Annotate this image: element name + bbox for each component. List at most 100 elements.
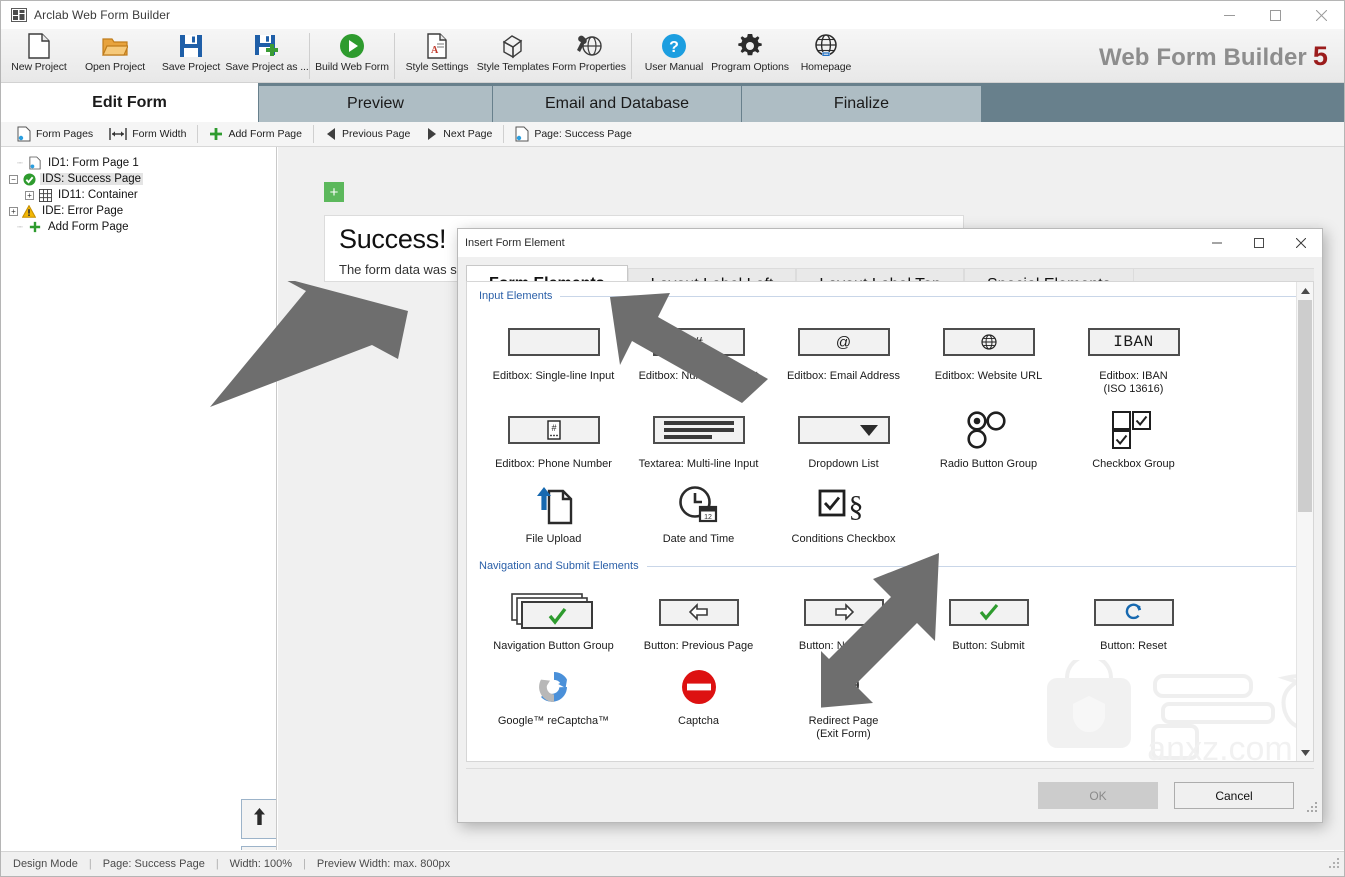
command-label: Page: Success Page	[534, 128, 632, 140]
status-separator: |	[303, 858, 306, 870]
tab-edit-form[interactable]: Edit Form	[1, 83, 259, 122]
warning-icon	[21, 204, 37, 218]
element-label: Button: Next Page	[798, 640, 889, 652]
insert-element-above-button[interactable]: +	[324, 182, 344, 202]
dialog-minimize-icon[interactable]	[1196, 229, 1238, 257]
minimize-icon[interactable]	[1206, 1, 1252, 29]
dialog-maximize-icon[interactable]	[1238, 229, 1280, 257]
style-settings-button[interactable]: A Style Settings	[399, 29, 475, 81]
element-checkbox-group[interactable]: Checkbox Group	[1061, 396, 1206, 471]
move-down-button[interactable]	[241, 846, 276, 850]
dropdown-icon	[797, 406, 890, 454]
tree-guide: ┈	[17, 157, 23, 168]
page-icon	[515, 126, 529, 142]
save-project-as-button[interactable]: Save Project as ...	[225, 29, 309, 81]
reset-button-icon	[1093, 588, 1174, 636]
move-up-button[interactable]	[241, 799, 276, 839]
style-document-icon: A	[426, 32, 448, 60]
element-iban[interactable]: IBAN Editbox: IBAN (ISO 13616)	[1061, 308, 1206, 396]
app-icon	[11, 8, 27, 22]
style-templates-button[interactable]: Style Templates	[475, 29, 551, 81]
floppy-save-as-icon	[254, 32, 280, 60]
hash-textbox-icon: #	[652, 318, 745, 366]
element-navigation-button-group[interactable]: Navigation Button Group	[481, 578, 626, 653]
tree-item-container[interactable]: + ID11: Container	[7, 187, 276, 203]
element-action-buttons	[241, 799, 276, 850]
gallery-scrollbar[interactable]	[1296, 282, 1313, 761]
element-redirect-page[interactable]: Redirect Page (Exit Form)	[771, 653, 916, 741]
question-help-icon: ?	[661, 32, 687, 60]
collapse-toggle-icon[interactable]: −	[9, 174, 18, 184]
scroll-up-icon[interactable]	[1297, 282, 1313, 299]
tab-email-and-database[interactable]: Email and Database	[493, 86, 742, 122]
new-project-button[interactable]: New Project	[1, 29, 77, 81]
element-phone-number[interactable]: # Editbox: Phone Number	[481, 396, 626, 471]
dialog-close-icon[interactable]	[1280, 229, 1322, 257]
tree-item-add-form-page[interactable]: ┈ Add Form Page	[7, 219, 276, 235]
open-project-button[interactable]: Open Project	[77, 29, 153, 81]
element-radio-button-group[interactable]: Radio Button Group	[916, 396, 1061, 471]
ribbon-label: Save Project	[161, 61, 221, 73]
status-mode: Design Mode	[13, 858, 78, 870]
tree-item-form-page-1[interactable]: ┈ ID1: Form Page 1	[7, 155, 276, 171]
tree-item-error-page[interactable]: + IDE: Error Page	[7, 203, 276, 219]
current-page-indicator[interactable]: Page: Success Page	[507, 123, 639, 146]
previous-page-button[interactable]: Previous Page	[317, 123, 418, 146]
ribbon-separator	[631, 33, 632, 79]
navigation-elements-grid: Navigation Button Group Button: Previous…	[467, 572, 1313, 741]
form-properties-button[interactable]: Form Properties	[551, 29, 627, 81]
homepage-button[interactable]: Homepage	[788, 29, 864, 81]
form-width-button[interactable]: Form Width	[101, 123, 194, 146]
element-website-url[interactable]: Editbox: Website URL	[916, 308, 1061, 396]
element-file-upload[interactable]: File Upload	[481, 471, 626, 546]
maximize-icon[interactable]	[1252, 1, 1298, 29]
cancel-button[interactable]: Cancel	[1174, 782, 1294, 809]
element-multi-line-input[interactable]: Textarea: Multi-line Input	[626, 396, 771, 471]
add-form-page-button[interactable]: Add Form Page	[201, 123, 310, 146]
scroll-down-icon[interactable]	[1297, 744, 1313, 761]
program-options-button[interactable]: Program Options	[711, 29, 789, 81]
element-email-address[interactable]: @ Editbox: Email Address	[771, 308, 916, 396]
close-icon[interactable]	[1298, 1, 1344, 29]
tab-preview[interactable]: Preview	[259, 86, 493, 122]
element-dropdown-list[interactable]: Dropdown List	[771, 396, 916, 471]
command-bar: Form Pages Form Width Add Form Page Prev…	[1, 122, 1344, 147]
status-separator: |	[88, 858, 92, 870]
save-project-button[interactable]: Save Project	[153, 29, 229, 81]
svg-text:?: ?	[669, 39, 679, 56]
element-google-recaptcha[interactable]: Google™ reCaptcha™	[481, 653, 626, 741]
tab-finalize[interactable]: Finalize	[742, 86, 982, 122]
next-page-button[interactable]: Next Page	[418, 123, 500, 146]
build-web-form-button[interactable]: Build Web Form	[314, 29, 390, 81]
status-width: Width: 100%	[229, 858, 293, 870]
element-button-submit[interactable]: Button: Submit	[916, 578, 1061, 653]
expand-toggle-icon[interactable]: +	[25, 190, 34, 200]
element-date-and-time[interactable]: 12 Date and Time	[626, 471, 771, 546]
element-single-line-input[interactable]: Editbox: Single-line Input	[481, 308, 626, 396]
insert-element-below-button[interactable]: +	[324, 295, 344, 315]
element-captcha[interactable]: Captcha	[626, 653, 771, 741]
dialog-resize-grip[interactable]	[1306, 800, 1318, 818]
ok-button[interactable]: OK	[1038, 782, 1158, 809]
scrollbar-thumb[interactable]	[1298, 300, 1312, 512]
main-tab-strip: Edit Form Preview Email and Database Fin…	[1, 83, 1344, 122]
element-button-next-page[interactable]: Button: Next Page	[771, 578, 916, 653]
radio-group-icon	[966, 406, 1012, 454]
window-resize-grip[interactable]	[1328, 857, 1340, 872]
user-manual-button[interactable]: ? User Manual	[636, 29, 712, 81]
expand-toggle-icon[interactable]: +	[9, 206, 18, 216]
element-conditions-checkbox[interactable]: § Conditions Checkbox	[771, 471, 916, 546]
element-button-previous-page[interactable]: Button: Previous Page	[626, 578, 771, 653]
gear-icon	[737, 32, 763, 60]
status-separator: |	[215, 858, 219, 870]
element-button-reset[interactable]: Button: Reset	[1061, 578, 1206, 653]
form-pages-button[interactable]: Form Pages	[9, 123, 101, 146]
element-label: Google™ reCaptcha™	[497, 715, 610, 727]
element-label: Button: Reset	[1100, 640, 1167, 652]
element-label: Redirect Page (Exit Form)	[808, 715, 879, 740]
element-label: Editbox: Phone Number	[495, 458, 612, 470]
tree-item-success-page[interactable]: − IDS: Success Page	[7, 171, 276, 187]
checkbox-group-icon	[1111, 406, 1157, 454]
file-upload-icon	[535, 481, 573, 529]
element-numerical-input[interactable]: # Editbox: Numerical Input	[626, 308, 771, 396]
